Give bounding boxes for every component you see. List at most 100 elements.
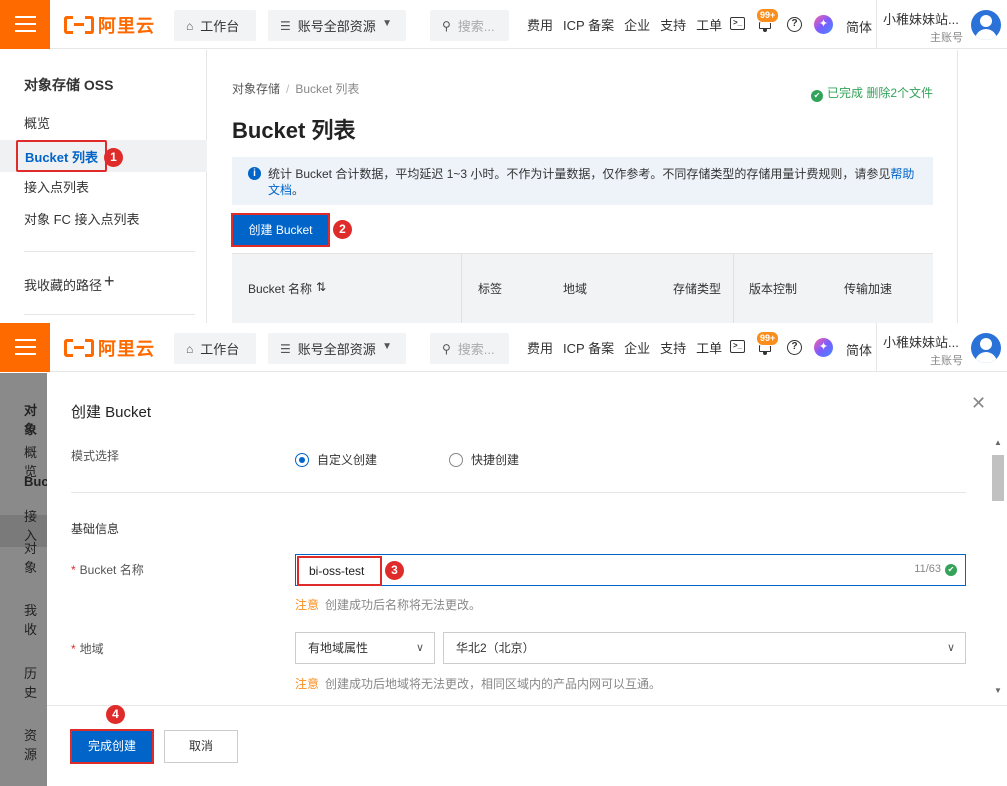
sidebar-favorites[interactable]: 我收藏的路径 <box>24 275 102 294</box>
top-navigation: 阿里云 ⌂ 工作台 ☰ 账号全部资源 ▼ ⚲ 搜索... 费用 ICP 备案 企业 支持… <box>0 323 1007 372</box>
notification-badge: 99+ <box>756 331 780 346</box>
radio-custom-create[interactable]: 自定义创建 <box>295 451 377 468</box>
task-status[interactable]: ✔ 已完成 删除2个文件 <box>811 84 933 102</box>
ai-assistant-icon[interactable]: ✦ <box>814 338 833 357</box>
breadcrumb-oss[interactable]: 对象存储 <box>232 82 280 96</box>
region-value: 华北2（北京） <box>456 641 535 655</box>
user-role: 主账号 <box>930 355 963 367</box>
sidebar-item-overview[interactable]: 概览 <box>0 108 207 140</box>
help-icon[interactable]: ? <box>787 17 802 32</box>
search-placeholder: 搜索... <box>457 342 495 357</box>
scroll-up-icon[interactable]: ▲ <box>994 438 1002 447</box>
help-icon[interactable]: ? <box>787 340 802 355</box>
nav-link-enterprise[interactable]: 企业 <box>624 15 650 34</box>
terminal-icon[interactable]: >_ <box>730 340 745 353</box>
aliyun-logo[interactable]: 阿里云 <box>64 335 155 361</box>
bucket-name-value[interactable]: bi-oss-test <box>297 556 382 586</box>
ai-assistant-icon[interactable]: ✦ <box>814 15 833 34</box>
notice-text: 统计 Bucket 合计数据，平均延迟 1~3 小时。不作为计量数据，仅作参考。… <box>268 167 891 181</box>
nav-link-enterprise[interactable]: 企业 <box>624 338 650 357</box>
resource-label: 账号全部资源 <box>297 342 376 357</box>
nav-link-billing[interactable]: 费用 <box>527 338 553 357</box>
nav-link-billing[interactable]: 费用 <box>527 15 553 34</box>
bucket-name-label-text: Bucket 名称 <box>79 563 144 577</box>
nav-link-support[interactable]: 支持 <box>660 338 686 357</box>
finish-create-button[interactable]: 完成创建 <box>70 729 154 764</box>
close-icon[interactable]: ✕ <box>971 393 986 414</box>
region-attribute-select[interactable]: 有地域属性 ∨ <box>295 632 435 664</box>
user-name[interactable]: 小稚妹妹站... <box>883 332 959 351</box>
page-title: Bucket 列表 <box>232 118 356 143</box>
bucket-list-screen: 阿里云 ⌂ 工作台 ☰ 账号全部资源 ▼ ⚲ 搜索... 费用 ICP 备案 企业 支持… <box>0 0 1007 323</box>
brand-name: 阿里云 <box>98 16 155 36</box>
hint-tag: 注意 <box>295 598 320 612</box>
dimmed-sidebar-item: 对象 <box>24 541 38 575</box>
region-attribute-value: 有地域属性 <box>308 641 369 655</box>
resource-label: 账号全部资源 <box>297 19 376 34</box>
col-versioning: 版本控制 <box>749 282 798 296</box>
mode-label: 模式选择 <box>71 449 120 463</box>
user-name[interactable]: 小稚妹妹站... <box>883 9 959 28</box>
divider <box>876 0 877 49</box>
info-icon: i <box>248 167 261 180</box>
divider <box>957 50 958 323</box>
brand-name: 阿里云 <box>98 339 155 359</box>
sidebar-item-access-points[interactable]: 接入点列表 <box>0 172 207 204</box>
search-input[interactable]: ⚲ 搜索... <box>430 333 509 364</box>
nav-link-ticket[interactable]: 工单 <box>696 15 722 34</box>
col-bucket-name[interactable]: Bucket 名称 <box>248 280 312 297</box>
bucket-table-header: Bucket 名称 ⇅ 标签 地域 存储类型 版本控制 传输加速 <box>232 253 933 323</box>
language-switch[interactable]: 简体 <box>846 17 872 36</box>
aliyun-logo[interactable]: 阿里云 <box>64 12 155 38</box>
workbench-button[interactable]: ⌂ 工作台 <box>174 333 256 364</box>
nav-link-ticket[interactable]: 工单 <box>696 338 722 357</box>
chevron-down-icon: ∨ <box>415 642 424 654</box>
scroll-down-icon[interactable]: ▼ <box>994 686 1002 695</box>
sort-icon[interactable]: ⇅ <box>316 280 326 294</box>
language-switch[interactable]: 简体 <box>846 340 872 359</box>
workbench-button[interactable]: ⌂ 工作台 <box>174 10 256 41</box>
nav-links: 费用 ICP 备案 企业 支持 工单 <box>527 323 732 372</box>
cancel-button[interactable]: 取消 <box>164 730 238 763</box>
sidebar-item-fc-access-points[interactable]: 对象 FC 接入点列表 <box>0 204 207 236</box>
radio-quick-create[interactable]: 快捷创建 <box>449 451 519 468</box>
nav-links: 费用 ICP 备案 企业 支持 工单 <box>527 0 732 49</box>
avatar[interactable] <box>971 10 1001 40</box>
user-role: 主账号 <box>930 32 963 44</box>
chevron-down-icon: ∨ <box>946 642 955 654</box>
resource-selector[interactable]: ☰ 账号全部资源 ▼ <box>268 333 406 364</box>
search-icon: ⚲ <box>442 18 451 33</box>
menu-icon[interactable] <box>0 0 50 49</box>
sidebar-title: 对象存储 OSS <box>24 77 114 93</box>
region-hint: 注意 创建成功后地域将无法更改，相同区域内的产品内网可以互通。 <box>295 675 661 692</box>
home-icon: ⌂ <box>186 341 194 356</box>
divider <box>24 314 195 315</box>
nav-link-support[interactable]: 支持 <box>660 15 686 34</box>
nav-link-icp[interactable]: ICP 备案 <box>563 15 614 34</box>
list-icon: ☰ <box>280 341 291 356</box>
nav-link-icp[interactable]: ICP 备案 <box>563 338 614 357</box>
notice-tail: 。 <box>292 183 305 197</box>
col-region: 地域 <box>563 282 588 296</box>
bucket-name-label: * Bucket 名称 <box>71 563 144 577</box>
resource-selector[interactable]: ☰ 账号全部资源 ▼ <box>268 10 406 41</box>
region-label-text: 地域 <box>79 642 104 656</box>
logo-mark-icon <box>64 16 94 34</box>
search-icon: ⚲ <box>442 341 451 356</box>
task-status-text: 已完成 删除2个文件 <box>827 86 934 100</box>
menu-icon[interactable] <box>0 323 50 372</box>
dialog-scrollbar[interactable]: ▲ ▼ <box>991 438 1005 706</box>
dialog-title: 创建 Bucket <box>71 404 152 421</box>
terminal-icon[interactable]: >_ <box>730 17 745 30</box>
add-icon[interactable]: + <box>104 271 115 292</box>
radio-selected-icon <box>295 452 309 467</box>
top-navigation: 阿里云 ⌂ 工作台 ☰ 账号全部资源 ▼ ⚲ 搜索... 费用 ICP 备案 企业 支持… <box>0 0 1007 49</box>
section-basic-info: 基础信息 <box>71 522 120 536</box>
avatar[interactable] <box>971 333 1001 363</box>
scrollbar-thumb[interactable] <box>992 455 1004 501</box>
chevron-down-icon: ▼ <box>382 341 392 352</box>
search-input[interactable]: ⚲ 搜索... <box>430 10 509 41</box>
create-bucket-button[interactable]: 创建 Bucket <box>231 213 330 247</box>
sidebar-item-bucket-list[interactable]: Bucket 列表 <box>16 140 107 172</box>
region-select[interactable]: 华北2（北京） ∨ <box>443 632 966 664</box>
